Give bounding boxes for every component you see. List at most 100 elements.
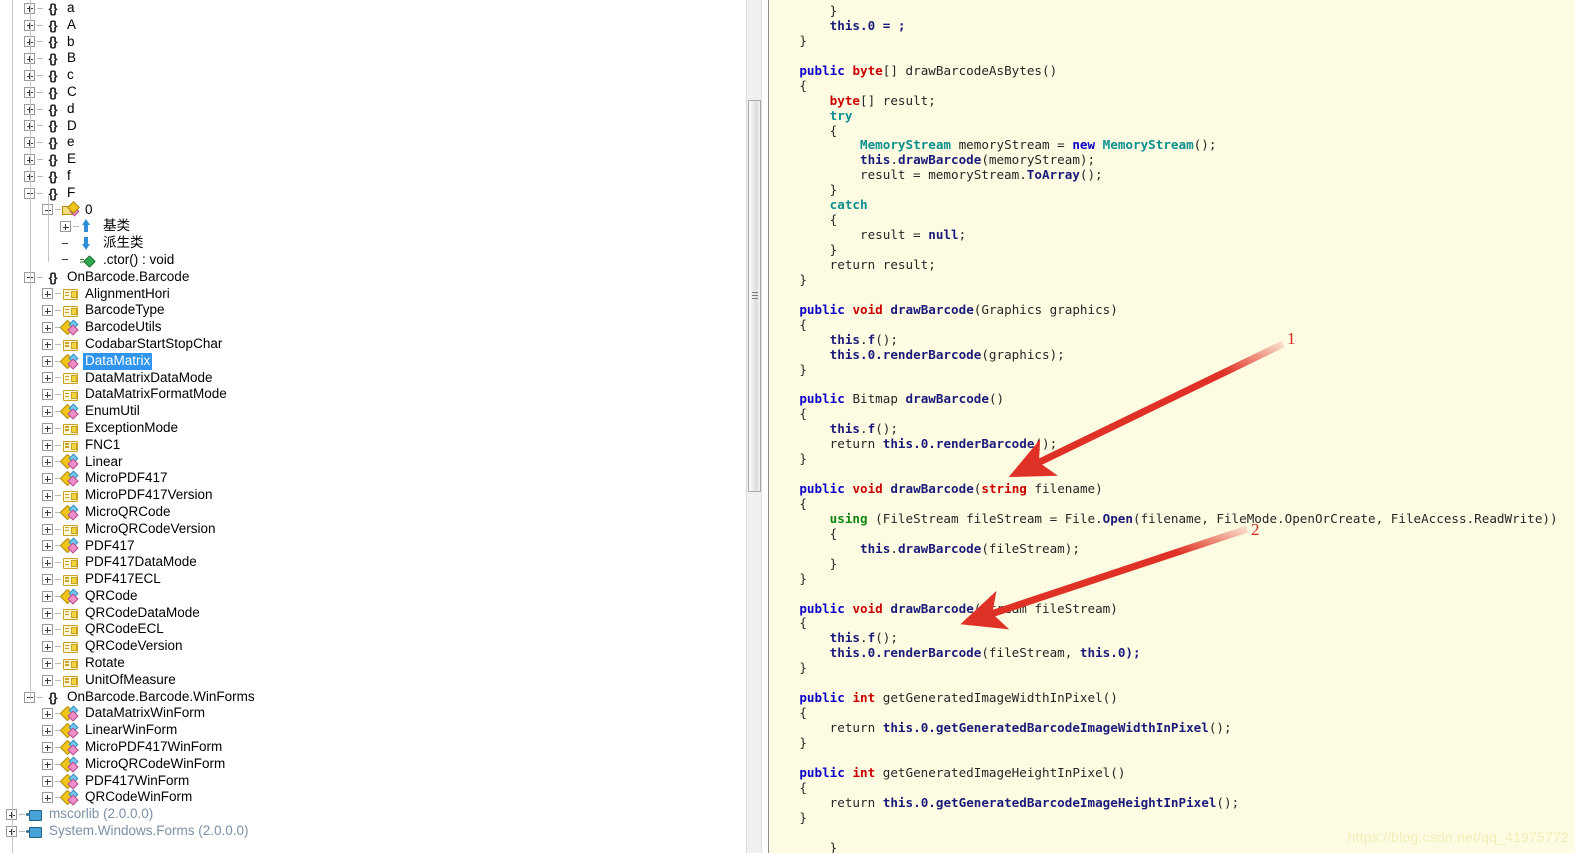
expand-plus-icon[interactable] <box>42 523 53 535</box>
expand-plus-icon[interactable] <box>42 557 53 569</box>
tree-item[interactable]: 0 <box>0 202 744 219</box>
tree-item[interactable]: PDF417WinForm <box>0 773 744 790</box>
expand-plus-icon[interactable] <box>42 708 53 720</box>
expand-plus-icon[interactable] <box>42 590 53 602</box>
tree-item[interactable]: System.Windows.Forms (2.0.0.0) <box>0 823 744 840</box>
tree-item[interactable]: {} OnBarcode.Barcode <box>0 269 744 286</box>
tree-item[interactable]: UnitOfMeasure <box>0 672 744 689</box>
expand-plus-icon[interactable] <box>42 439 53 451</box>
tree-item[interactable]: PDF417ECL <box>0 571 744 588</box>
tree-item[interactable]: MicroQRCode <box>0 504 744 521</box>
tree-item[interactable]: {} D <box>0 118 744 135</box>
expand-plus-icon[interactable] <box>60 221 71 233</box>
expand-plus-icon[interactable] <box>42 725 53 737</box>
expand-plus-icon[interactable] <box>42 473 53 485</box>
tree-scrollbar-thumb[interactable] <box>748 100 761 492</box>
expand-plus-icon[interactable] <box>42 657 53 669</box>
expand-plus-icon[interactable] <box>42 741 53 753</box>
expand-plus-icon[interactable] <box>42 389 53 401</box>
tree-item-label: PDF417DataMode <box>85 554 197 570</box>
expand-plus-icon[interactable] <box>42 540 53 552</box>
expand-plus-icon[interactable] <box>42 674 53 686</box>
code-token: { <box>769 316 807 332</box>
expand-plus-icon[interactable] <box>42 792 53 804</box>
tree-item[interactable]: MicroPDF417WinForm <box>0 739 744 756</box>
tree-item[interactable]: BarcodeType <box>0 302 744 319</box>
tree-item[interactable]: {} OnBarcode.Barcode.WinForms <box>0 689 744 706</box>
expand-plus-icon[interactable] <box>42 775 53 787</box>
tree-item[interactable]: QRCodeVersion <box>0 638 744 655</box>
expand-plus-icon[interactable] <box>42 506 53 518</box>
tree-item[interactable]: PDF417DataMode <box>0 554 744 571</box>
code-token: getGeneratedImageWidthInPixel() <box>875 690 1118 706</box>
expand-plus-icon[interactable] <box>42 355 53 367</box>
tree-item[interactable]: QRCode <box>0 588 744 605</box>
tree-item[interactable]: Linear <box>0 454 744 471</box>
tree-item[interactable]: 基类 <box>0 218 744 235</box>
code-token: } <box>769 555 838 571</box>
tree-item[interactable]: DataMatrixFormatMode <box>0 386 744 403</box>
assembly-tree-panel[interactable]: {} a {} A {} b {} B {} c {} C {} d {} D {} e {} E {} f {} F 0 基类派… <box>0 0 744 853</box>
tree-item[interactable]: EnumUtil <box>0 403 744 420</box>
tree-item[interactable]: CodabarStartStopChar <box>0 336 744 353</box>
tree-item[interactable]: Rotate <box>0 655 744 672</box>
tree-item[interactable]: LinearWinForm <box>0 722 744 739</box>
tree-item[interactable]: {} a <box>0 0 744 17</box>
tree-item-label: FNC1 <box>85 436 121 452</box>
code-token: null <box>928 227 959 243</box>
tree-guide-line <box>30 278 31 700</box>
tree-item[interactable]: FNC1 <box>0 437 744 454</box>
tree-item[interactable]: {} d <box>0 101 744 118</box>
tree-item[interactable]: QRCodeWinForm <box>0 789 744 806</box>
tree-item[interactable]: {} c <box>0 67 744 84</box>
tree-item[interactable]: AlignmentHori <box>0 286 744 303</box>
expand-plus-icon[interactable] <box>42 422 53 434</box>
tree-item[interactable]: MicroQRCodeVersion <box>0 521 744 538</box>
tree-item[interactable]: DataMatrix <box>0 352 744 370</box>
tree-item[interactable]: MicroQRCodeWinForm <box>0 756 744 773</box>
tree-item[interactable]: mscorlib (2.0.0.0) <box>0 806 744 823</box>
tree-item[interactable]: {} C <box>0 84 744 101</box>
code-token: this <box>882 720 914 735</box>
expand-plus-icon[interactable] <box>42 322 53 334</box>
code-token: (fileStream); <box>981 540 1080 556</box>
expand-plus-icon[interactable] <box>42 641 53 653</box>
code-token: (FileStream fileStream = File. <box>867 510 1103 526</box>
assembly-tree[interactable]: {} a {} A {} b {} B {} c {} C {} d {} D {} e {} E {} f {} F 0 基类派… <box>0 0 744 840</box>
expand-plus-icon[interactable] <box>42 305 53 317</box>
decompiled-code-panel[interactable]: } this.0 = ; } public byte[] drawBarcode… <box>768 0 1575 853</box>
tree-item[interactable]: DataMatrixDataMode <box>0 370 744 387</box>
expand-plus-icon[interactable] <box>42 573 53 585</box>
tree-item[interactable]: 派生类 <box>0 235 744 252</box>
tree-item[interactable]: QRCodeECL <box>0 621 744 638</box>
tree-item[interactable]: DataMatrixWinForm <box>0 705 744 722</box>
tree-item[interactable]: ExceptionMode <box>0 420 744 437</box>
tree-item[interactable]: {} B <box>0 50 744 67</box>
tree-item[interactable]: .ctor() : void <box>0 252 744 269</box>
tree-item[interactable]: MicroPDF417 <box>0 470 744 487</box>
expand-plus-icon[interactable] <box>42 456 53 468</box>
tree-vertical-scrollbar[interactable] <box>746 0 762 853</box>
tree-item[interactable]: PDF417 <box>0 538 744 555</box>
code-token: this <box>1079 645 1111 661</box>
tree-item[interactable]: {} b <box>0 34 744 51</box>
tree-item[interactable]: {} e <box>0 134 744 151</box>
tree-item[interactable]: {} F <box>0 185 744 202</box>
code-token: this <box>882 436 914 452</box>
expand-plus-icon[interactable] <box>42 372 53 384</box>
expand-plus-icon[interactable] <box>42 607 53 619</box>
expand-plus-icon[interactable] <box>42 624 53 636</box>
expand-plus-icon[interactable] <box>42 758 53 770</box>
tree-item[interactable]: QRCodeDataMode <box>0 605 744 622</box>
tree-connector <box>55 646 61 648</box>
expand-plus-icon[interactable] <box>42 338 53 350</box>
tree-item[interactable]: {} f <box>0 168 744 185</box>
tree-item[interactable]: BarcodeUtils <box>0 319 744 336</box>
expand-plus-icon[interactable] <box>42 490 53 501</box>
expand-plus-icon[interactable] <box>42 288 53 300</box>
tree-item[interactable]: {} E <box>0 151 744 168</box>
tree-item[interactable]: MicroPDF417Version <box>0 487 744 504</box>
tree-item[interactable]: {} A <box>0 17 744 34</box>
code-token: } <box>769 660 807 676</box>
expand-plus-icon[interactable] <box>42 406 53 418</box>
